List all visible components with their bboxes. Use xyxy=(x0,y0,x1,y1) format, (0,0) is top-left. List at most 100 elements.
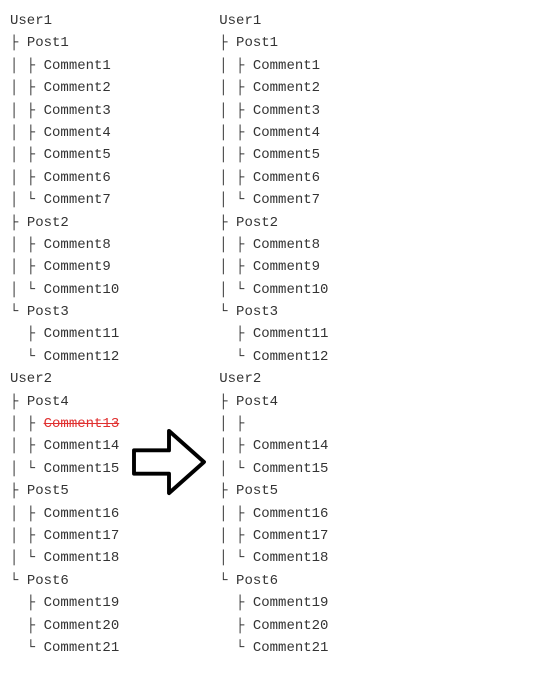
tree-node: │ ├ Comment1 xyxy=(219,55,328,77)
tree-node: ├ Post4 xyxy=(10,391,119,413)
tree-branch: │ ├ xyxy=(219,125,253,141)
tree-node: │ ├ Comment16 xyxy=(10,503,119,525)
tree-node: │ ├ Comment1 xyxy=(10,55,119,77)
tree-branch: │ └ xyxy=(10,192,44,208)
tree-label: Post2 xyxy=(27,215,69,231)
tree-branch: │ ├ xyxy=(219,170,253,186)
tree-node: │ ├ Comment14 xyxy=(219,435,328,457)
arrow-container xyxy=(129,427,209,502)
tree-label: Post6 xyxy=(236,573,278,589)
tree-branch: │ ├ xyxy=(219,506,253,522)
tree-branch: │ ├ xyxy=(219,80,253,96)
tree-label: Comment13 xyxy=(44,416,120,432)
tree-branch: │ ├ xyxy=(10,416,44,432)
tree-node: User2 xyxy=(10,368,119,390)
tree-branch: │ ├ xyxy=(219,438,253,454)
tree-label: Comment15 xyxy=(253,461,329,477)
tree-label: Comment18 xyxy=(253,550,329,566)
tree-label: Post1 xyxy=(27,35,69,51)
tree-branch: ├ xyxy=(219,618,253,634)
right-tree: User1├ Post1│ ├ Comment1│ ├ Comment2│ ├ … xyxy=(219,10,328,659)
tree-node: └ Comment12 xyxy=(10,346,119,368)
tree-label: Comment4 xyxy=(44,125,111,141)
tree-label: Post3 xyxy=(236,304,278,320)
tree-branch: │ └ xyxy=(219,282,253,298)
tree-label: Comment6 xyxy=(253,170,320,186)
tree-node: ├ Post4 xyxy=(219,391,328,413)
tree-node: │ ├ Comment3 xyxy=(219,100,328,122)
tree-node: User2 xyxy=(219,368,328,390)
tree-label: Comment3 xyxy=(44,103,111,119)
tree-node: │ └ Comment10 xyxy=(219,279,328,301)
tree-node: ├ Comment19 xyxy=(10,592,119,614)
tree-label: Post4 xyxy=(236,394,278,410)
tree-branch: └ xyxy=(219,573,236,589)
tree-branch: │ ├ xyxy=(10,58,44,74)
tree-node: ├ Comment11 xyxy=(10,323,119,345)
tree-branch: │ └ xyxy=(10,282,44,298)
tree-label: Comment19 xyxy=(44,595,120,611)
tree-label: Comment14 xyxy=(44,438,120,454)
tree-node: │ ├ Comment14 xyxy=(10,435,119,457)
tree-label: Comment1 xyxy=(44,58,111,74)
tree-label: Comment18 xyxy=(44,550,120,566)
tree-branch: │ ├ xyxy=(219,147,253,163)
tree-label: User2 xyxy=(10,371,52,387)
tree-node: │ ├ Comment6 xyxy=(10,167,119,189)
tree-label: Comment21 xyxy=(44,640,120,656)
tree-label: Post5 xyxy=(236,483,278,499)
tree-node: │ ├ Comment16 xyxy=(219,503,328,525)
tree-branch: │ ├ xyxy=(10,438,44,454)
tree-branch: │ ├ xyxy=(10,237,44,253)
tree-node: ├ Post5 xyxy=(10,480,119,502)
tree-branch: ├ xyxy=(10,215,27,231)
tree-branch: ├ xyxy=(219,394,236,410)
tree-label: Comment15 xyxy=(44,461,120,477)
tree-branch: │ ├ xyxy=(219,58,253,74)
tree-label: Comment12 xyxy=(44,349,120,365)
tree-branch: └ xyxy=(10,573,27,589)
tree-label: Comment16 xyxy=(44,506,120,522)
tree-label: User2 xyxy=(219,371,261,387)
tree-node: │ └ Comment15 xyxy=(10,458,119,480)
tree-node: │ ├ Comment17 xyxy=(10,525,119,547)
tree-label: Comment14 xyxy=(253,438,329,454)
tree-node: └ Post3 xyxy=(10,301,119,323)
tree-branch: │ ├ xyxy=(10,528,44,544)
tree-node: └ Comment21 xyxy=(10,637,119,659)
tree-branch: └ xyxy=(219,349,253,365)
tree-node: │ ├ Comment13 xyxy=(10,413,119,435)
tree-branch: │ └ xyxy=(219,461,253,477)
tree-branch: │ └ xyxy=(219,550,253,566)
tree-label: Comment5 xyxy=(44,147,111,163)
tree-label: Comment7 xyxy=(253,192,320,208)
tree-label: Comment17 xyxy=(44,528,120,544)
tree-branch: │ └ xyxy=(10,461,44,477)
tree-label: Comment8 xyxy=(253,237,320,253)
tree-node: │ ├ Comment17 xyxy=(219,525,328,547)
tree-node: └ Post6 xyxy=(10,570,119,592)
tree-label: Comment7 xyxy=(44,192,111,208)
tree-label: Comment6 xyxy=(44,170,111,186)
tree-branch: └ xyxy=(10,349,44,365)
tree-label: Comment16 xyxy=(253,506,329,522)
tree-branch: └ xyxy=(219,640,253,656)
tree-label: Comment1 xyxy=(253,58,320,74)
tree-branch: ├ xyxy=(10,326,44,342)
tree-branch: │ ├ xyxy=(10,147,44,163)
tree-node: └ Comment21 xyxy=(219,637,328,659)
tree-node: ├ Post1 xyxy=(10,32,119,54)
tree-branch: │ ├ xyxy=(10,103,44,119)
tree-node: └ Post3 xyxy=(219,301,328,323)
tree-branch: └ xyxy=(10,640,44,656)
tree-label: Comment2 xyxy=(44,80,111,96)
tree-branch: ├ xyxy=(10,394,27,410)
tree-label: Comment10 xyxy=(253,282,329,298)
tree-node: │ ├ Comment2 xyxy=(219,77,328,99)
tree-node: │ └ Comment18 xyxy=(10,547,119,569)
diagram-container: User1├ Post1│ ├ Comment1│ ├ Comment2│ ├ … xyxy=(10,10,526,659)
tree-label: User1 xyxy=(219,13,261,29)
tree-branch: │ ├ xyxy=(219,416,253,432)
tree-branch: ├ xyxy=(219,326,253,342)
tree-label: Comment8 xyxy=(44,237,111,253)
